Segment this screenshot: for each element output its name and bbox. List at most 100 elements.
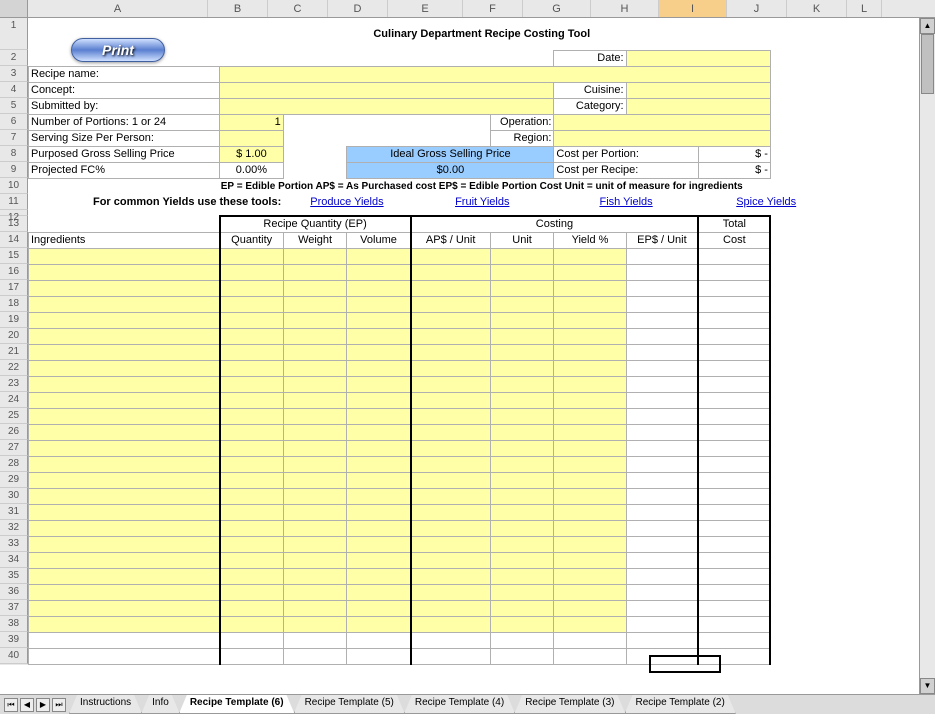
row-header-20[interactable]: 20 xyxy=(0,328,28,344)
quantity-cell[interactable] xyxy=(220,312,284,328)
weight-cell[interactable] xyxy=(283,536,347,552)
row-header-35[interactable]: 35 xyxy=(0,568,28,584)
scroll-up-arrow[interactable]: ▲ xyxy=(920,18,935,34)
eps-cell[interactable] xyxy=(626,568,698,584)
aps-cell[interactable] xyxy=(411,600,491,616)
eps-cell[interactable] xyxy=(626,600,698,616)
col-header-K[interactable]: K xyxy=(787,0,847,17)
eps-cell[interactable] xyxy=(626,248,698,264)
quantity-cell[interactable] xyxy=(220,616,284,632)
row-header-4[interactable]: 4 xyxy=(0,82,28,98)
sheet-tab-2[interactable]: Recipe Template (6) xyxy=(179,695,295,714)
row-header-27[interactable]: 27 xyxy=(0,440,28,456)
ingredient-cell[interactable] xyxy=(29,360,220,376)
col-header-E[interactable]: E xyxy=(388,0,463,17)
eps-cell[interactable] xyxy=(626,408,698,424)
cost-cell[interactable] xyxy=(698,344,770,360)
cost-cell[interactable] xyxy=(698,376,770,392)
volume-cell[interactable] xyxy=(347,520,411,536)
weight-cell[interactable] xyxy=(283,328,347,344)
quantity-cell[interactable] xyxy=(220,424,284,440)
quantity-cell[interactable] xyxy=(220,280,284,296)
yield-cell[interactable] xyxy=(554,296,626,312)
volume-cell[interactable] xyxy=(347,552,411,568)
sheet-nav-prev[interactable]: ◀ xyxy=(20,698,34,712)
row-header-6[interactable]: 6 xyxy=(0,114,28,130)
volume-cell[interactable] xyxy=(347,312,411,328)
unit-cell[interactable] xyxy=(490,344,554,360)
col-header-L[interactable]: L xyxy=(847,0,882,17)
ingredient-cell[interactable] xyxy=(29,456,220,472)
aps-cell[interactable] xyxy=(411,344,491,360)
aps-cell[interactable] xyxy=(411,408,491,424)
aps-cell[interactable] xyxy=(411,568,491,584)
row-header-31[interactable]: 31 xyxy=(0,504,28,520)
yield-cell[interactable] xyxy=(554,472,626,488)
weight-cell[interactable] xyxy=(283,568,347,584)
sheet-tab-1[interactable]: Info xyxy=(141,695,180,714)
cost-cell[interactable] xyxy=(698,312,770,328)
volume-cell[interactable] xyxy=(347,376,411,392)
row-header-11[interactable]: 11 xyxy=(0,194,28,210)
weight-cell[interactable] xyxy=(283,264,347,280)
ingredient-cell[interactable] xyxy=(29,280,220,296)
weight-cell[interactable] xyxy=(283,520,347,536)
unit-cell[interactable] xyxy=(490,312,554,328)
submitted-input[interactable] xyxy=(220,98,554,114)
quantity-cell[interactable] xyxy=(220,536,284,552)
unit-cell[interactable] xyxy=(490,248,554,264)
volume-cell[interactable] xyxy=(347,488,411,504)
ingredient-cell[interactable] xyxy=(29,520,220,536)
aps-cell[interactable] xyxy=(411,328,491,344)
unit-cell[interactable] xyxy=(490,648,554,664)
ingredient-cell[interactable] xyxy=(29,600,220,616)
yield-cell[interactable] xyxy=(554,440,626,456)
quantity-cell[interactable] xyxy=(220,296,284,312)
eps-cell[interactable] xyxy=(626,504,698,520)
yield-cell[interactable] xyxy=(554,408,626,424)
region-input[interactable] xyxy=(554,130,771,146)
category-input[interactable] xyxy=(626,98,770,114)
aps-cell[interactable] xyxy=(411,440,491,456)
ingredient-cell[interactable] xyxy=(29,408,220,424)
weight-cell[interactable] xyxy=(283,408,347,424)
cost-cell[interactable] xyxy=(698,424,770,440)
eps-cell[interactable] xyxy=(626,616,698,632)
row-header-16[interactable]: 16 xyxy=(0,264,28,280)
row-header-2[interactable]: 2 xyxy=(0,50,28,66)
recipe-name-input[interactable] xyxy=(220,66,771,82)
cost-cell[interactable] xyxy=(698,280,770,296)
aps-cell[interactable] xyxy=(411,552,491,568)
yield-cell[interactable] xyxy=(554,520,626,536)
quantity-cell[interactable] xyxy=(220,632,284,648)
volume-cell[interactable] xyxy=(347,648,411,664)
row-header-37[interactable]: 37 xyxy=(0,600,28,616)
weight-cell[interactable] xyxy=(283,600,347,616)
weight-cell[interactable] xyxy=(283,584,347,600)
row-header-3[interactable]: 3 xyxy=(0,66,28,82)
eps-cell[interactable] xyxy=(626,392,698,408)
unit-cell[interactable] xyxy=(490,456,554,472)
unit-cell[interactable] xyxy=(490,584,554,600)
yield-cell[interactable] xyxy=(554,280,626,296)
spreadsheet-grid[interactable]: Print Culinary Department Recipe Costing… xyxy=(28,18,935,665)
quantity-cell[interactable] xyxy=(220,408,284,424)
fish-yields-link[interactable]: Fish Yields xyxy=(599,196,652,208)
ingredient-cell[interactable] xyxy=(29,424,220,440)
weight-cell[interactable] xyxy=(283,616,347,632)
yield-cell[interactable] xyxy=(554,536,626,552)
volume-cell[interactable] xyxy=(347,632,411,648)
ingredient-cell[interactable] xyxy=(29,552,220,568)
weight-cell[interactable] xyxy=(283,552,347,568)
eps-cell[interactable] xyxy=(626,472,698,488)
cost-cell[interactable] xyxy=(698,632,770,648)
row-header-13[interactable]: 13 xyxy=(0,216,28,232)
quantity-cell[interactable] xyxy=(220,440,284,456)
cost-cell[interactable] xyxy=(698,536,770,552)
quantity-cell[interactable] xyxy=(220,600,284,616)
ingredient-cell[interactable] xyxy=(29,376,220,392)
aps-cell[interactable] xyxy=(411,584,491,600)
aps-cell[interactable] xyxy=(411,456,491,472)
ingredient-cell[interactable] xyxy=(29,392,220,408)
unit-cell[interactable] xyxy=(490,472,554,488)
